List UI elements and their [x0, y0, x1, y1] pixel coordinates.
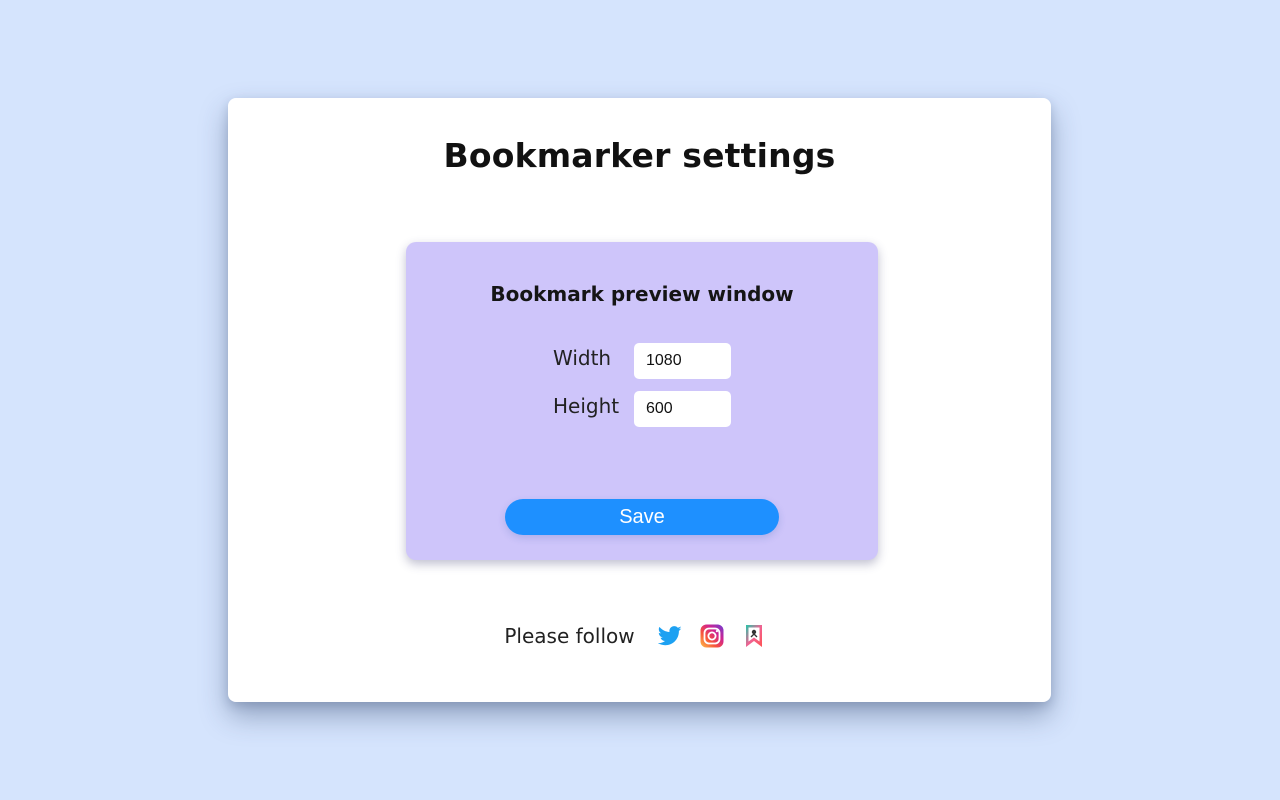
width-label: Width	[553, 346, 612, 370]
settings-card: Bookmarker settings Bookmark preview win…	[228, 98, 1051, 702]
height-input[interactable]	[634, 391, 731, 427]
instagram-icon	[700, 624, 724, 648]
bookmarker-icon	[745, 625, 762, 647]
height-label: Height	[553, 394, 620, 418]
save-button[interactable]: Save	[505, 499, 779, 535]
panel-title: Bookmark preview window	[490, 282, 794, 306]
instagram-link[interactable]	[699, 623, 725, 649]
follow-footer: Please follow	[228, 620, 1051, 652]
twitter-icon	[657, 626, 682, 646]
bookmarker-link[interactable]	[741, 623, 767, 649]
preview-window-panel: Bookmark preview window Width Height Sav…	[406, 242, 878, 560]
twitter-link[interactable]	[657, 623, 683, 649]
follow-text: Please follow	[504, 624, 635, 648]
width-input[interactable]	[634, 343, 731, 379]
page-title: Bookmarker settings	[443, 136, 836, 175]
